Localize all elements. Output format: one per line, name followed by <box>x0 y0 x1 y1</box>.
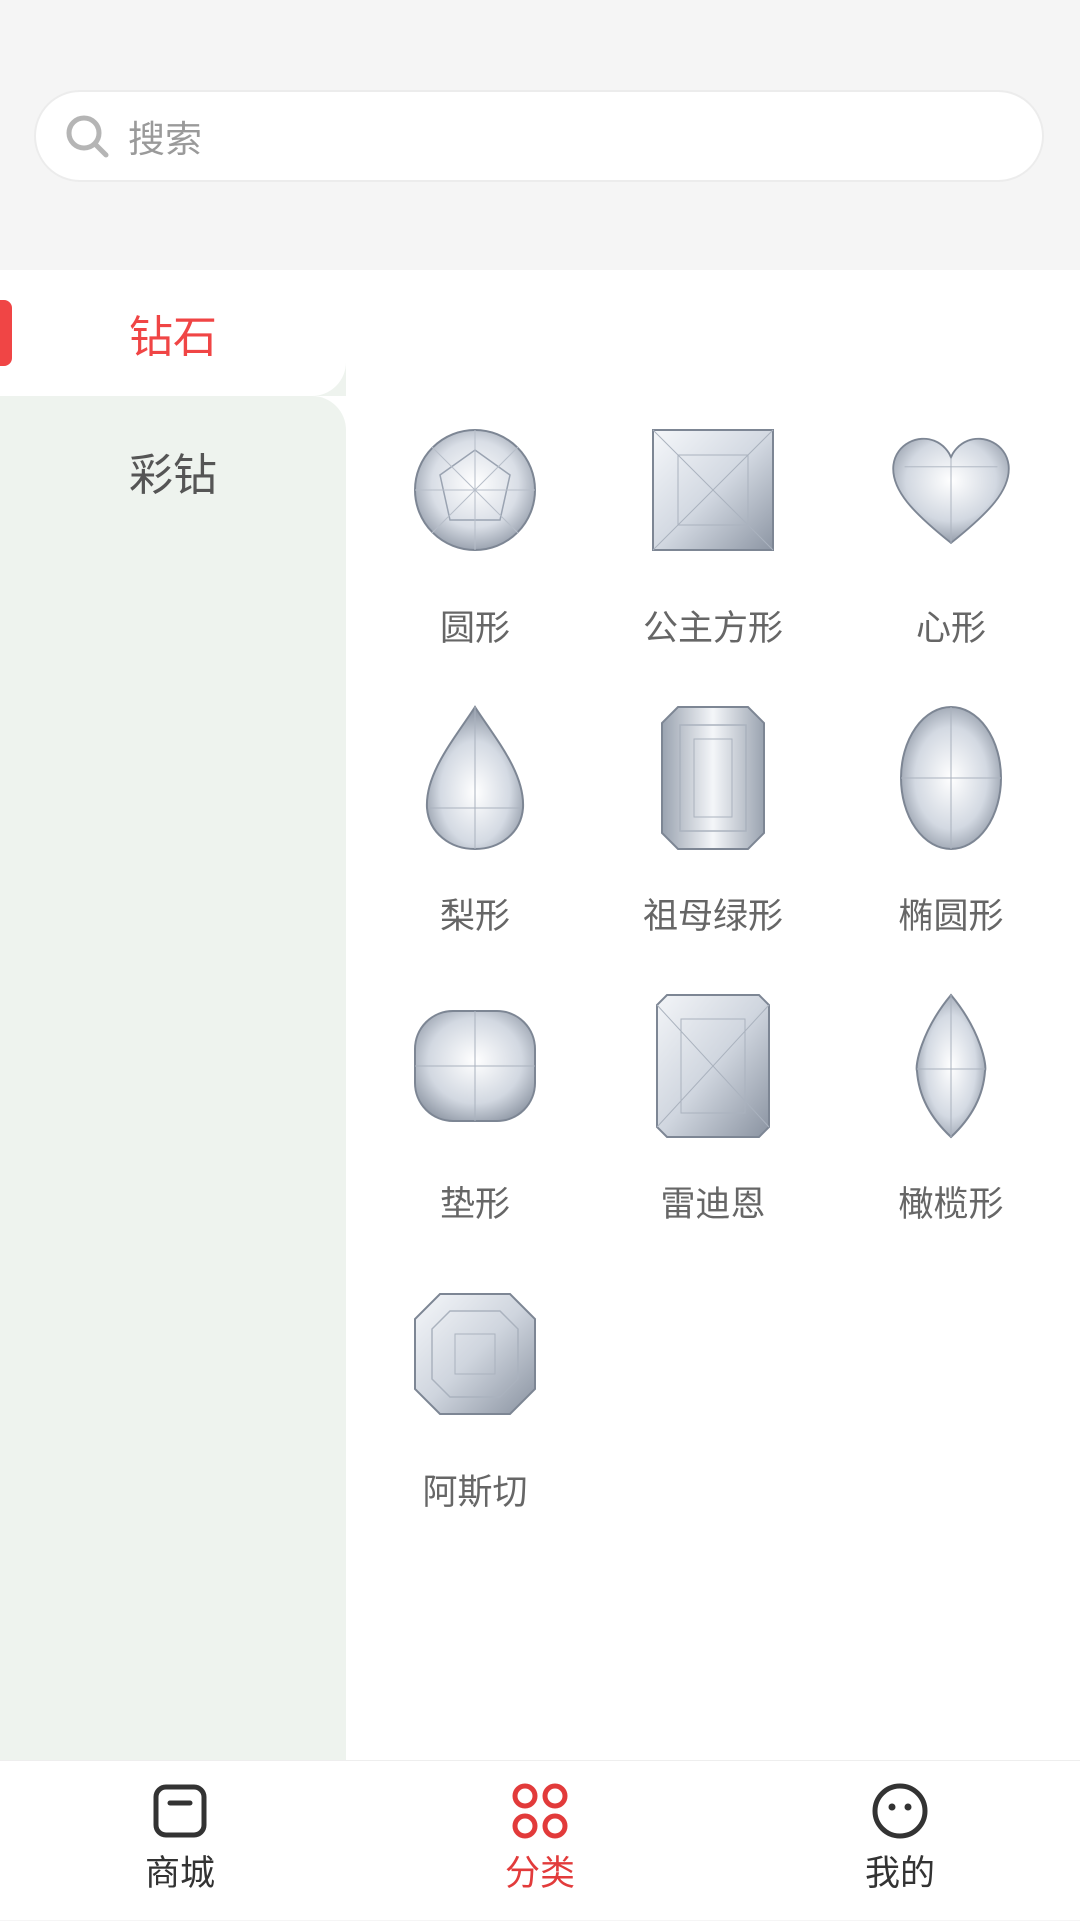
shape-item-radiant[interactable]: 雷迪恩 <box>594 994 832 1284</box>
shape-label: 梨形 <box>439 897 510 937</box>
bottom-tab-bar: 商城 分类 我的 <box>0 1760 1080 1920</box>
search-input[interactable]: 搜索 <box>128 109 202 163</box>
tab-store[interactable]: 商城 <box>0 1761 360 1921</box>
shape-item-emerald[interactable]: 祖母绿形 <box>594 706 832 996</box>
round-diamond-icon <box>410 420 540 560</box>
heart-diamond-icon <box>886 420 1016 560</box>
emerald-diamond-icon <box>648 706 778 850</box>
category-content: 钻石 彩钻 圆形 公主方形 心形 梨形 祖母绿形 椭圆形 垫形 雷迪恩 橄榄形 … <box>0 270 1080 1760</box>
shape-label: 心形 <box>915 609 986 649</box>
shape-label: 祖母绿形 <box>642 897 783 937</box>
active-indicator <box>0 300 12 366</box>
marquise-diamond-icon <box>886 993 1016 1139</box>
shape-item-cushion[interactable]: 垫形 <box>356 996 594 1284</box>
cushion-diamond-icon <box>410 996 540 1136</box>
profile-icon <box>870 1781 930 1841</box>
shape-label: 阿斯切 <box>422 1473 528 1513</box>
tab-profile[interactable]: 我的 <box>720 1761 1080 1921</box>
shape-label: 圆形 <box>439 609 510 649</box>
shape-item-asscher[interactable]: 阿斯切 <box>356 1284 594 1572</box>
shape-item-heart[interactable]: 心形 <box>832 420 1070 708</box>
shape-label: 垫形 <box>439 1185 510 1225</box>
shape-item-marquise[interactable]: 橄榄形 <box>832 993 1070 1284</box>
category-sidebar: 钻石 彩钻 <box>0 270 346 1760</box>
radiant-diamond-icon <box>648 994 778 1138</box>
shape-label: 橄榄形 <box>898 1185 1004 1225</box>
pear-diamond-icon <box>410 705 540 851</box>
category-icon <box>510 1781 570 1841</box>
sidebar-item-color-diamond[interactable]: 彩钻 <box>0 396 346 546</box>
sidebar-item-label: 钻石 <box>129 312 217 363</box>
search-bar[interactable]: 搜索 <box>34 90 1044 182</box>
shape-item-oval[interactable]: 椭圆形 <box>832 706 1070 996</box>
princess-diamond-icon <box>648 420 778 560</box>
tab-label: 我的 <box>864 1854 935 1894</box>
shape-item-princess[interactable]: 公主方形 <box>594 420 832 708</box>
shape-item-pear[interactable]: 梨形 <box>356 705 594 996</box>
search-header: 搜索 <box>0 0 1080 270</box>
store-icon <box>150 1781 210 1841</box>
sidebar-item-label: 彩钻 <box>129 450 217 501</box>
shape-label: 椭圆形 <box>898 897 1004 937</box>
tab-label: 商城 <box>144 1854 215 1894</box>
search-icon <box>62 111 112 161</box>
shape-label: 公主方形 <box>642 609 783 649</box>
oval-diamond-icon <box>886 706 1016 850</box>
shape-label: 雷迪恩 <box>660 1185 766 1225</box>
sidebar-item-diamond[interactable]: 钻石 <box>0 270 346 396</box>
asscher-diamond-icon <box>410 1284 540 1424</box>
tab-label: 分类 <box>504 1854 575 1894</box>
shape-item-round[interactable]: 圆形 <box>356 420 594 708</box>
tab-category[interactable]: 分类 <box>360 1761 720 1921</box>
